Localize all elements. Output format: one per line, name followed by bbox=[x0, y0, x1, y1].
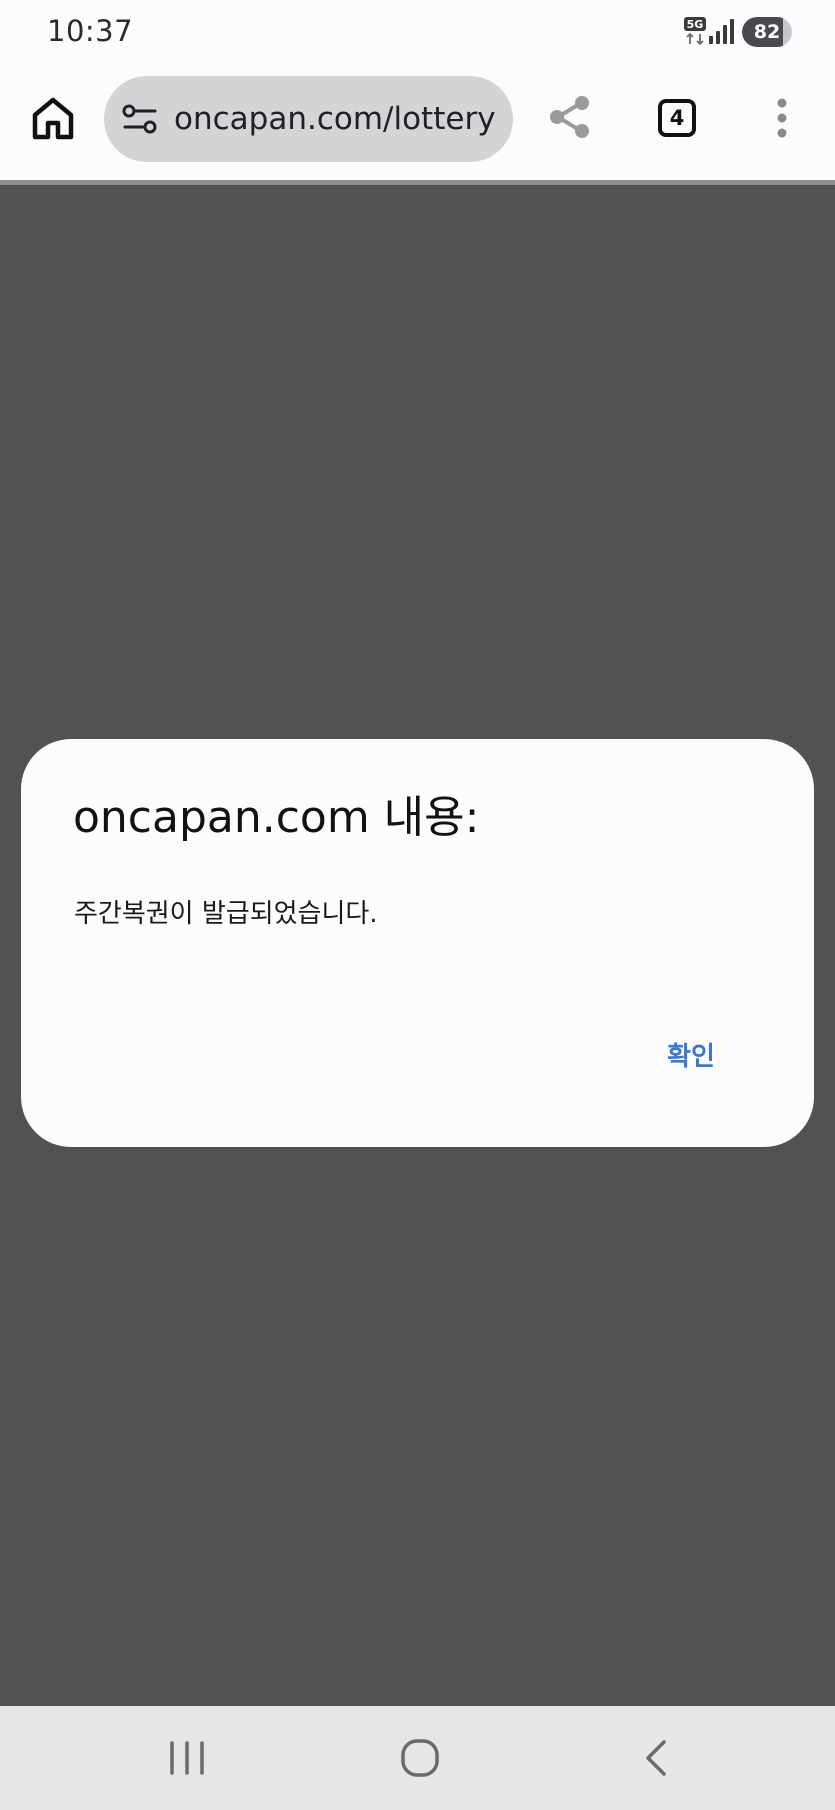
dialog-title: oncapan.com 내용: bbox=[73, 792, 480, 843]
system-nav-bar bbox=[0, 1706, 835, 1810]
status-time: 10:37 bbox=[47, 14, 134, 48]
recents-icon[interactable] bbox=[167, 1737, 207, 1779]
alert-dialog: oncapan.com 내용: 주간복권이 발급되었습니다. 확인 bbox=[21, 739, 814, 1147]
home-circle-icon[interactable] bbox=[399, 1737, 441, 1779]
tune-icon[interactable] bbox=[122, 104, 158, 134]
tab-switcher-button[interactable]: 4 bbox=[658, 99, 696, 137]
browser-toolbar: oncapan.com/lottery 4 bbox=[0, 62, 835, 180]
more-vert-icon[interactable] bbox=[766, 96, 798, 140]
network-5g-icon: 5G bbox=[682, 16, 708, 46]
url-text[interactable]: oncapan.com/lottery bbox=[174, 76, 496, 162]
status-bar: 10:37 5G 82 bbox=[0, 0, 835, 62]
back-chevron-icon[interactable] bbox=[640, 1737, 672, 1779]
battery-percent: 82 bbox=[753, 21, 781, 43]
confirm-button[interactable]: 확인 bbox=[641, 1029, 741, 1085]
share-icon[interactable] bbox=[548, 94, 592, 140]
battery-indicator: 82 bbox=[742, 17, 792, 47]
url-bar[interactable]: oncapan.com/lottery bbox=[104, 76, 513, 162]
signal-strength-icon bbox=[707, 17, 737, 45]
network-label: 5G bbox=[687, 18, 704, 31]
dialog-message: 주간복권이 발급되었습니다. bbox=[74, 899, 378, 929]
home-icon[interactable] bbox=[28, 93, 78, 143]
